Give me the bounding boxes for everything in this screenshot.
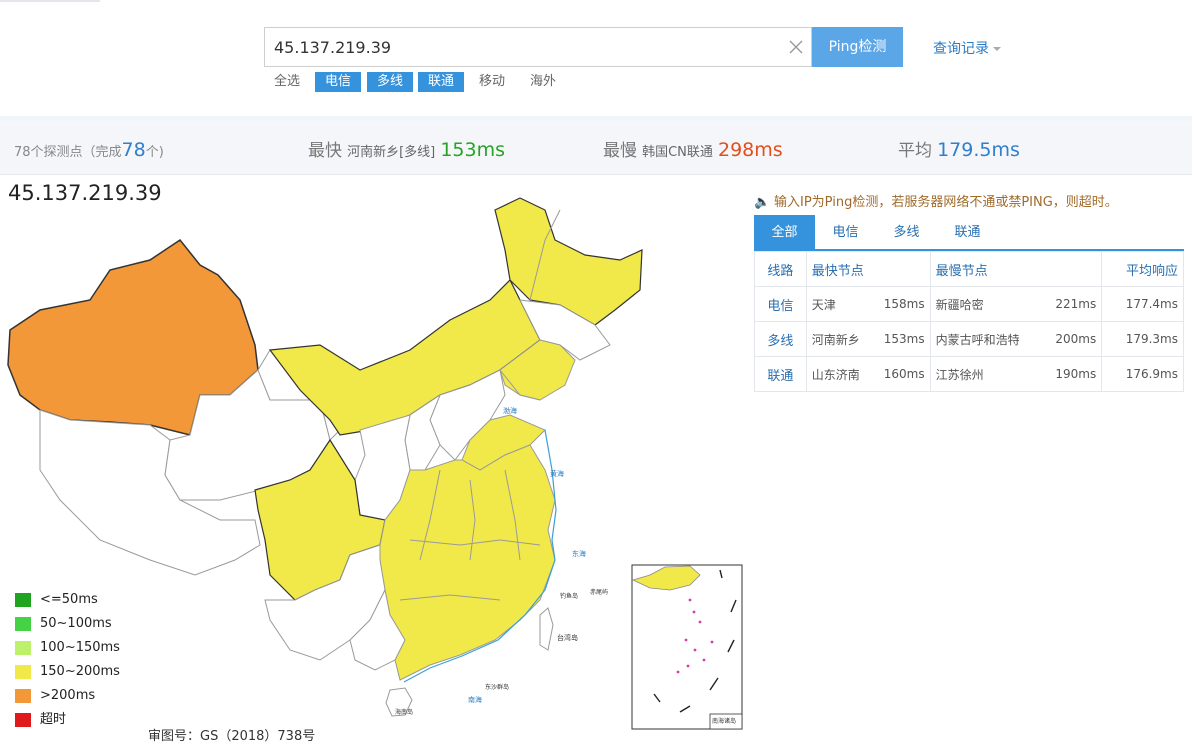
- slowest-node: 韩国CN联通: [642, 145, 713, 160]
- sea-label-donghai: 东海: [572, 549, 586, 558]
- slowest-label: 最慢: [603, 141, 637, 161]
- filter-overseas[interactable]: 海外: [520, 72, 566, 92]
- average-stat: 平均 179.5ms: [898, 125, 1020, 175]
- legend-swatch: [15, 713, 31, 727]
- label-hainan: 海南岛: [395, 708, 413, 716]
- row-slow-node: 内蒙古呼和浩特: [929, 321, 1050, 357]
- table-row: 电信 天津 158ms 新疆哈密 221ms 177.4ms: [754, 286, 1184, 322]
- label-chiwei: 赤尾屿: [590, 588, 608, 596]
- fastest-stat: 最快 河南新乡[多线] 153ms: [308, 125, 505, 175]
- legend-swatch: [15, 665, 31, 679]
- legend-label: 100~150ms: [40, 640, 120, 655]
- row-slow-node: 新疆哈密: [929, 286, 1050, 322]
- speaker-icon: 🔈: [754, 195, 771, 210]
- average-value: 179.5ms: [937, 139, 1020, 161]
- row-fast-node: 山东济南: [805, 356, 875, 392]
- average-label: 平均: [898, 141, 932, 161]
- results-table: 线路 最快节点 最慢节点 平均响应 电信 天津 158ms 新疆哈密 221ms…: [754, 251, 1184, 392]
- tab-multiline[interactable]: 多线: [876, 215, 937, 251]
- divider-band: [0, 116, 1192, 125]
- label-diaoyu: 钓鱼岛: [560, 592, 578, 600]
- sea-label-huanghai: 黄海: [550, 469, 564, 478]
- legend-label: 150~200ms: [40, 664, 120, 679]
- row-line[interactable]: 联通: [754, 356, 807, 392]
- label-dongsha: 东沙群岛: [485, 683, 509, 691]
- legend-swatch: [15, 593, 31, 607]
- probe-count-done: 78: [121, 139, 146, 161]
- south-china-sea-inset: 南海诸岛: [631, 564, 743, 730]
- legend-label: 50~100ms: [40, 616, 112, 631]
- legend-swatch: [15, 617, 31, 631]
- clear-icon[interactable]: [787, 38, 805, 56]
- fastest-node: 河南新乡[多线]: [347, 145, 436, 160]
- legend-label: >200ms: [40, 688, 96, 703]
- header-slowest: 最慢节点: [929, 251, 1103, 287]
- sea-label-bohai: 渤海: [503, 406, 517, 415]
- header-line: 线路: [754, 251, 807, 287]
- tab-all[interactable]: 全部: [754, 215, 815, 251]
- slowest-value: 298ms: [718, 139, 783, 161]
- row-fast-ms: 160ms: [874, 356, 931, 392]
- legend-swatch: [15, 641, 31, 655]
- chevron-down-icon: [993, 47, 1001, 51]
- row-fast-node: 天津: [805, 286, 875, 322]
- probe-count-prefix: 78个探测点（完成: [14, 145, 122, 160]
- sea-label-nanhai: 南海: [468, 695, 482, 704]
- ip-input[interactable]: [265, 28, 765, 66]
- row-avg: 179.3ms: [1101, 321, 1184, 357]
- notice-text: 输入IP为Ping检测，若服务器网络不通或禁PING，则超时。: [774, 195, 1118, 210]
- filter-mobile[interactable]: 移动: [469, 72, 515, 92]
- row-slow-ms: 200ms: [1049, 321, 1103, 357]
- label-taiwan: 台湾岛: [557, 633, 578, 642]
- ping-button[interactable]: Ping检测: [812, 27, 903, 67]
- history-label: 查询记录: [933, 41, 989, 57]
- tab-telecom[interactable]: 电信: [815, 215, 876, 251]
- table-header-row: 线路 最快节点 最慢节点 平均响应: [754, 251, 1184, 287]
- inset-title: 南海诸岛: [712, 717, 736, 725]
- header-fastest: 最快节点: [805, 251, 931, 287]
- slowest-stat: 最慢 韩国CN联通 298ms: [603, 125, 783, 175]
- legend-label: 超时: [40, 712, 67, 727]
- fastest-label: 最快: [308, 141, 342, 161]
- row-slow-node: 江苏徐州: [929, 356, 1050, 392]
- row-fast-ms: 158ms: [874, 286, 931, 322]
- results-panel: 全部 电信 多线 联通 线路 最快节点 最慢节点 平均响应 电信 天津 158m…: [754, 215, 1184, 394]
- row-line[interactable]: 多线: [754, 321, 807, 357]
- probe-count-suffix: 个): [145, 145, 164, 160]
- row-fast-ms: 153ms: [874, 321, 931, 357]
- legend-label: <=50ms: [40, 592, 98, 607]
- header-avg: 平均响应: [1101, 251, 1184, 287]
- fastest-value: 153ms: [440, 139, 506, 161]
- probe-count: 78个探测点（完成78个): [14, 125, 164, 175]
- row-fast-node: 河南新乡: [805, 321, 875, 357]
- filter-all[interactable]: 全选: [264, 72, 309, 92]
- row-slow-ms: 221ms: [1049, 286, 1103, 322]
- map-approval-number: 审图号：GS（2018）738号: [148, 729, 316, 744]
- top-tab-strip: [0, 0, 1192, 3]
- legend-swatch: [15, 689, 31, 703]
- row-line[interactable]: 电信: [754, 286, 807, 322]
- province-central-south[interactable]: [379, 444, 556, 681]
- row-slow-ms: 190ms: [1049, 356, 1103, 392]
- province-taiwan[interactable]: [539, 607, 554, 651]
- table-row: 多线 河南新乡 153ms 内蒙古呼和浩特 200ms 179.3ms: [754, 321, 1184, 357]
- filter-multiline[interactable]: 多线: [367, 72, 413, 92]
- history-dropdown[interactable]: 查询记录: [933, 38, 1001, 58]
- row-avg: 176.9ms: [1101, 356, 1184, 392]
- results-tabs: 全部 电信 多线 联通: [754, 215, 1184, 251]
- row-avg: 177.4ms: [1101, 286, 1184, 322]
- tab-unicom[interactable]: 联通: [937, 215, 998, 251]
- filter-unicom[interactable]: 联通: [418, 72, 464, 92]
- notice: 🔈 输入IP为Ping检测，若服务器网络不通或禁PING，则超时。: [754, 191, 1118, 210]
- search-box: [264, 27, 812, 67]
- stats-bar: 78个探测点（完成78个) 最快 河南新乡[多线] 153ms 最慢 韩国CN联…: [0, 125, 1192, 175]
- table-row: 联通 山东济南 160ms 江苏徐州 190ms 176.9ms: [754, 356, 1184, 392]
- filter-telecom[interactable]: 电信: [315, 72, 361, 92]
